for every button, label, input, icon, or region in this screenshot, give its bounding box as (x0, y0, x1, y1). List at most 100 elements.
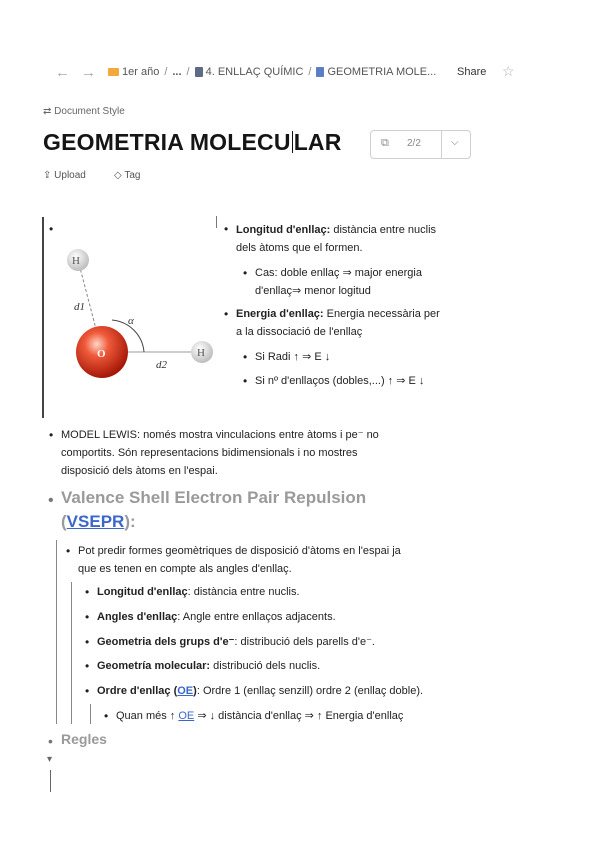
label-alpha: α (128, 315, 134, 327)
longitud-enllac-term: Longitud d'enllaç: (236, 224, 331, 236)
upload-button[interactable]: ⇪ Upload (43, 170, 86, 181)
lewis-text-3: disposició dels àtoms en l'espai. (61, 465, 218, 477)
upload-icon: ⇪ (43, 170, 52, 181)
energia-enllac-text: Energia necessària per (323, 308, 440, 320)
item-text: : distribució dels parells d'e⁻. (234, 636, 375, 648)
top-bar: ← → 1er año / ... / 4. ENLLAÇ QUÍMIC / G… (0, 62, 599, 86)
collapse-caret-icon[interactable]: ▾ (47, 754, 52, 765)
book-icon (194, 67, 203, 77)
vsepr-item-angles: Angles d'enllaç: Angle entre enllaços ad… (97, 608, 336, 626)
label-o: O (97, 348, 106, 360)
page-title[interactable]: GEOMETRIA MOLECU LAR (43, 129, 342, 156)
vsepr-intro-2: que es tenen en compte als angles d'enll… (78, 563, 292, 575)
breadcrumb-folder[interactable]: 1er año (122, 66, 159, 78)
energia-enllac-text-cont: a la dissociació de l'enllaç (236, 326, 363, 338)
bullet: • (224, 307, 229, 321)
paren: ): (124, 512, 136, 531)
vsepr-item-geometria-molecular: Geometría molecular: distribució dels nu… (97, 657, 320, 675)
doble-enllac-note: Cas: doble enllaç ⇒ major energia (255, 267, 422, 279)
star-icon[interactable]: ☆ (502, 63, 515, 80)
lewis-text-1: MODEL LEWIS: només mostra vinculacions e… (61, 429, 379, 441)
note-text: ⇒ ↓ distància d'enllaç ⇒ ↑ Energia d'enl… (194, 710, 404, 722)
item-text: : Angle entre enllaços adjacents. (177, 611, 336, 623)
bullet: • (85, 585, 90, 599)
note-text: Quan més ↑ (116, 710, 179, 722)
breadcrumb-ellipsis[interactable]: ... (172, 66, 181, 78)
vsepr-item-geometria-grups: Geometria dels grups d'e⁻: distribució d… (97, 633, 375, 651)
tag-icon: ◇ (114, 170, 122, 181)
item-text: distribució dels nuclis. (210, 660, 321, 672)
indent-bar (50, 770, 51, 792)
bullet: • (85, 684, 90, 698)
oe-note-link[interactable]: OE (178, 710, 194, 722)
indent-bar (71, 582, 72, 724)
divider (441, 131, 442, 158)
upload-label: Upload (54, 170, 86, 181)
lewis-text-2: comportits. Són representacions bidimens… (61, 447, 358, 459)
bullet: • (243, 266, 248, 280)
label-d2: d2 (156, 359, 168, 371)
molecule-figure: H H O d1 α d2 (67, 249, 213, 378)
breadcrumb-separator: / (164, 66, 168, 78)
document-style-label: Document Style (54, 106, 125, 117)
bullet: • (48, 492, 54, 509)
enllacos-note: Si nº d'enllaços (dobles,...) ↑ ⇒ E ↓ (255, 375, 425, 387)
breadcrumb-separator: / (308, 66, 312, 78)
document-style-button[interactable]: ⇄ Document Style (43, 106, 125, 117)
item-term: Longitud d'enllaç (97, 586, 188, 598)
page-icon (316, 67, 325, 77)
bullet: • (104, 709, 109, 723)
version-selector[interactable]: ⧉ 2/2 ⌵ (370, 130, 471, 159)
bullet: • (243, 374, 248, 388)
vsepr-heading-cont: (VSEPR): (61, 512, 136, 532)
forward-arrow-icon[interactable]: → (81, 64, 96, 81)
vsepr-link[interactable]: VSEPR (67, 512, 125, 531)
bullet: • (243, 350, 248, 364)
item-text: : Ordre 1 (enllaç senzill) ordre 2 (enll… (196, 685, 424, 697)
text-cursor (291, 131, 293, 153)
title-text-a: GEOMETRIA MOLECU (43, 129, 291, 155)
label-h-top: H (72, 255, 80, 267)
bullet: • (85, 635, 90, 649)
document-style-icon: ⇄ (43, 106, 52, 117)
bullet: • (85, 659, 90, 673)
folder-icon (108, 68, 119, 76)
indent-bar (90, 704, 91, 724)
energia-enllac-item: Energia d'enllaç: Energia necessària per (236, 305, 440, 323)
tag-label: Tag (124, 170, 141, 181)
label-h-right: H (197, 347, 205, 359)
vsepr-item-longitud: Longitud d'enllaç: distància entre nucli… (97, 583, 300, 601)
block-indent-bar (42, 217, 44, 418)
title-text-b: LAR (293, 129, 342, 155)
item-term: Ordre d'enllaç ( (97, 685, 178, 697)
chevron-down-icon[interactable]: ⌵ (451, 137, 459, 148)
item-text: : distància entre nuclis. (187, 586, 300, 598)
longitud-enllac-text: distància entre nuclis (330, 224, 437, 236)
bullet: • (66, 544, 71, 558)
regles-heading: Regles (61, 731, 107, 747)
longitud-enllac-item: Longitud d'enllaç: distància entre nucli… (236, 221, 436, 239)
bullet: • (49, 428, 54, 442)
breadcrumb-current[interactable]: GEOMETRIA MOLE... (327, 66, 436, 78)
copy-icon: ⧉ (381, 137, 389, 149)
back-arrow-icon[interactable]: ← (55, 64, 70, 81)
share-button[interactable]: Share (457, 66, 486, 78)
bullet: • (224, 222, 229, 236)
breadcrumb-section[interactable]: 4. ENLLAÇ QUÍMIC (206, 66, 304, 78)
vsepr-intro-1: Pot predir formes geomètriques de dispos… (78, 545, 401, 557)
bullet: • (49, 222, 54, 236)
radi-note: Si Radi ↑ ⇒ E ↓ (255, 351, 331, 363)
longitud-enllac-text-cont: dels àtoms que el formen. (236, 242, 363, 254)
vsepr-item-ordre: Ordre d'enllaç (OE): Ordre 1 (enllaç sen… (97, 682, 423, 700)
breadcrumb-separator: / (186, 66, 190, 78)
item-term: Geometría molecular: (97, 660, 211, 672)
tag-button[interactable]: ◇ Tag (114, 170, 140, 181)
indent-bar (56, 540, 57, 724)
oe-note: Quan més ↑ OE ⇒ ↓ distància d'enllaç ⇒ ↑… (116, 707, 403, 725)
oe-link[interactable]: OE (177, 685, 193, 697)
breadcrumb: 1er año / ... / 4. ENLLAÇ QUÍMIC / GEOME… (108, 66, 436, 78)
label-d1: d1 (74, 301, 85, 313)
column-divider (216, 216, 217, 228)
bullet: • (48, 733, 53, 749)
item-term: Geometria dels grups d'e⁻ (97, 636, 235, 648)
